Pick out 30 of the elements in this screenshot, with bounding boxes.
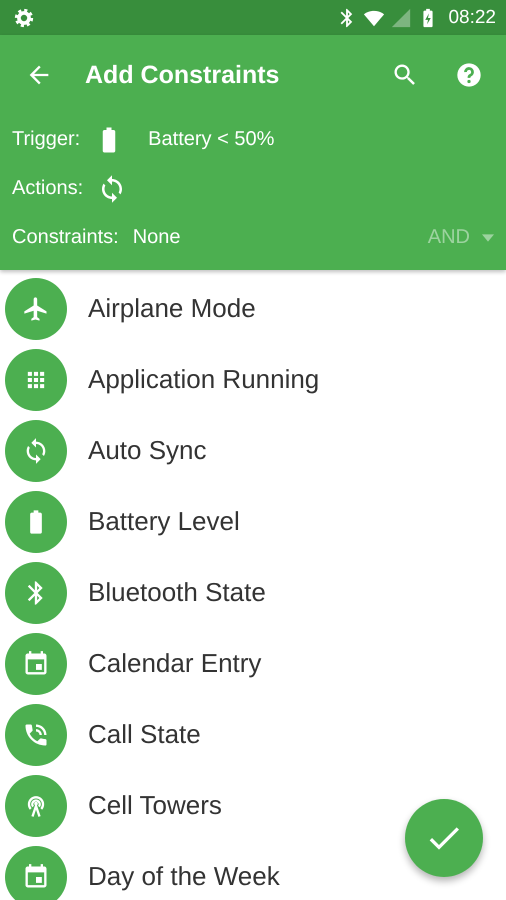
item-label: Application Running — [88, 364, 320, 395]
item-label: Cell Towers — [88, 790, 222, 821]
constraint-item[interactable]: Battery Level — [0, 486, 506, 557]
actions-label: Actions: — [12, 177, 84, 200]
constraints-label: Constraints: — [12, 226, 119, 249]
constraint-item[interactable]: Call State — [0, 699, 506, 770]
constraint-item[interactable]: Cell Towers — [0, 770, 506, 841]
dropdown-caret-icon — [482, 234, 494, 242]
constraint-item[interactable]: Application Running — [0, 344, 506, 415]
gear-icon — [13, 6, 35, 28]
clock-time: 08:22 — [448, 6, 496, 28]
help-icon — [455, 61, 483, 89]
item-label: Day of the Week — [88, 861, 280, 892]
constraints-value: None — [132, 226, 181, 249]
item-label: Bluetooth State — [88, 577, 266, 608]
constraint-item[interactable]: Bluetooth State — [0, 557, 506, 628]
item-label: Battery Level — [88, 506, 240, 537]
constraint-item[interactable]: Day of the Week — [0, 841, 506, 900]
item-label: Auto Sync — [88, 435, 207, 466]
constraint-item[interactable]: Auto Sync — [0, 415, 506, 486]
item-label: Calendar Entry — [88, 648, 262, 679]
signal-icon — [390, 6, 412, 28]
constraint-item[interactable]: Airplane Mode — [0, 273, 506, 344]
trigger-label: Trigger: — [12, 128, 80, 151]
item-label: Call State — [88, 719, 201, 750]
item-label: Airplane Mode — [88, 293, 256, 324]
trigger-value: Battery < 50% — [148, 128, 274, 151]
screen-title: Add Constraints — [85, 60, 280, 90]
constraint-item[interactable]: Calendar Entry — [0, 628, 506, 699]
confirm-fab[interactable] — [405, 799, 483, 877]
